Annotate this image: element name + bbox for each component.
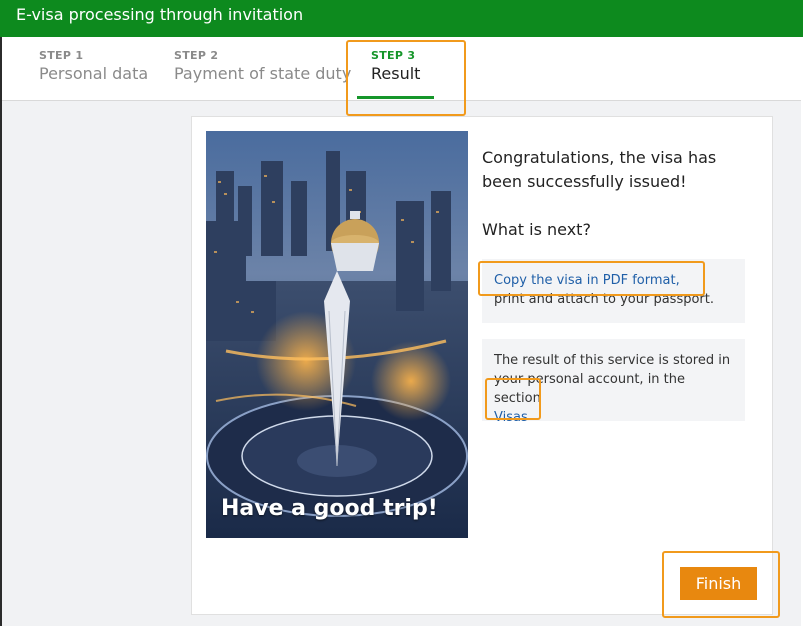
active-step-indicator xyxy=(357,96,434,99)
step-2[interactable]: STEP 2 Payment of state duty xyxy=(174,49,351,83)
step-1-label: Personal data xyxy=(39,64,149,83)
finish-button[interactable]: Finish xyxy=(680,567,757,600)
steps-bar: STEP 1 Personal data STEP 2 Payment of s… xyxy=(2,37,801,101)
next-steps-heading: What is next? xyxy=(482,220,591,239)
astana-tower-illustration xyxy=(206,131,468,538)
visas-section-link[interactable]: Visas xyxy=(494,410,528,425)
step-2-label: Payment of state duty xyxy=(174,64,352,83)
copy-visa-info-box: Copy the visa in PDF format, print and a… xyxy=(482,259,745,323)
copy-visa-pdf-link[interactable]: Copy the visa in PDF format, xyxy=(494,273,680,288)
step-3-label: Result xyxy=(371,64,421,83)
success-message: Congratulations, the visa has been succe… xyxy=(482,148,717,191)
step-3[interactable]: STEP 3 Result xyxy=(371,49,420,83)
step-3-number: STEP 3 xyxy=(371,49,416,62)
personal-account-info-box: The result of this service is stored in … xyxy=(482,339,745,425)
copy-visa-instructions: print and attach to your passport. xyxy=(494,292,715,307)
step-2-number: STEP 2 xyxy=(174,49,219,62)
city-photo xyxy=(206,131,468,538)
window-title: E-visa processing through invitation xyxy=(16,5,304,24)
step-1-number: STEP 1 xyxy=(39,49,84,62)
stored-result-text: The result of this service is stored in … xyxy=(494,353,731,406)
window-title-bar: E-visa processing through invitation xyxy=(0,0,803,37)
image-caption: Have a good trip! xyxy=(221,496,438,521)
step-1[interactable]: STEP 1 Personal data xyxy=(39,49,148,83)
